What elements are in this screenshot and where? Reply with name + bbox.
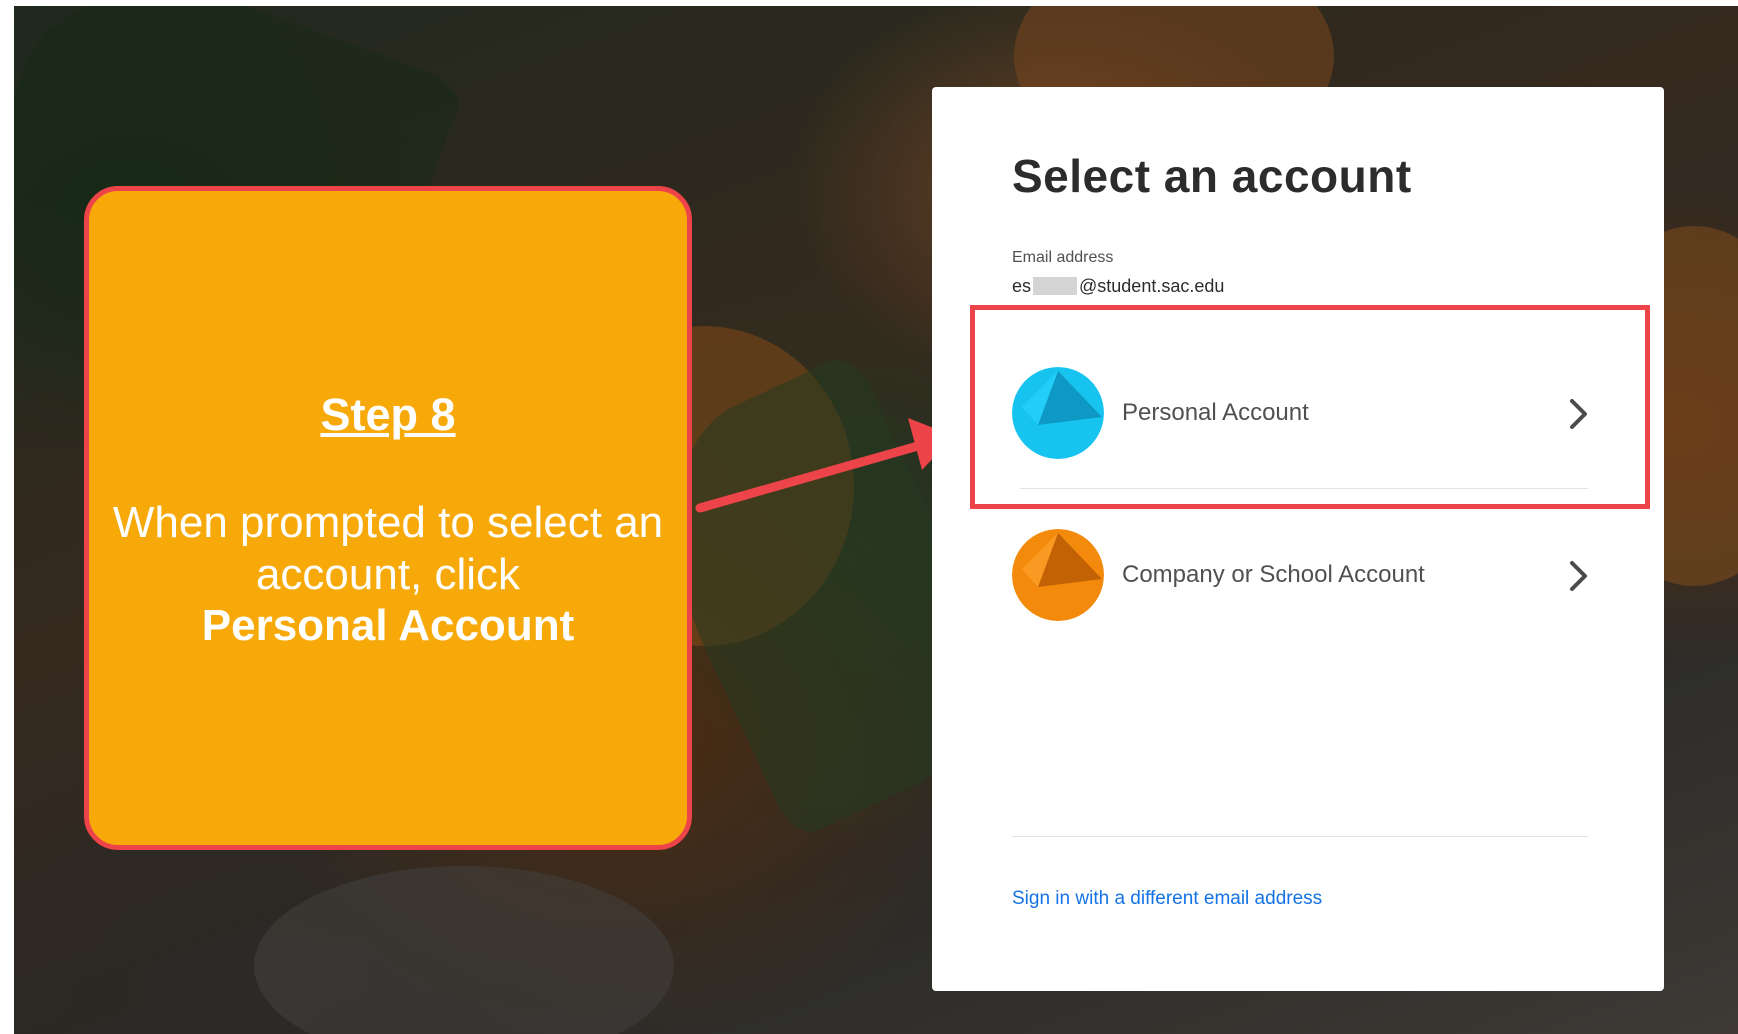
step-number: Step 8 [320,389,456,440]
row-divider [1020,488,1588,489]
school-account-avatar-icon [1012,529,1104,621]
company-school-account-label: Company or School Account [1122,561,1425,588]
email-prefix: es [1012,276,1032,296]
email-suffix: @student.sac.edu [1079,276,1225,296]
personal-account-label: Personal Account [1122,399,1309,426]
company-school-account-option[interactable]: Company or School Account [1012,519,1592,629]
step-instruction: When prompted to select an account, clic… [112,498,664,599]
step-target: Personal Account [201,601,575,650]
chevron-right-icon [1570,399,1587,429]
email-redaction [1033,277,1078,295]
different-email-link[interactable]: Sign in with a different email address [1012,888,1322,910]
personal-account-option[interactable]: Personal Account [1012,357,1592,467]
email-value: es @student.sac.edu [1012,276,1224,297]
email-label: Email address [1012,249,1114,266]
chevron-right-icon [1570,561,1587,591]
page-title: Select an account [1012,150,1412,202]
footer-divider [1012,836,1588,837]
personal-account-avatar-icon [1012,367,1104,459]
step-callout: Step 8 When prompted to select an accoun… [84,186,692,850]
account-select-card: Select an account Email address es @stude… [932,87,1664,991]
